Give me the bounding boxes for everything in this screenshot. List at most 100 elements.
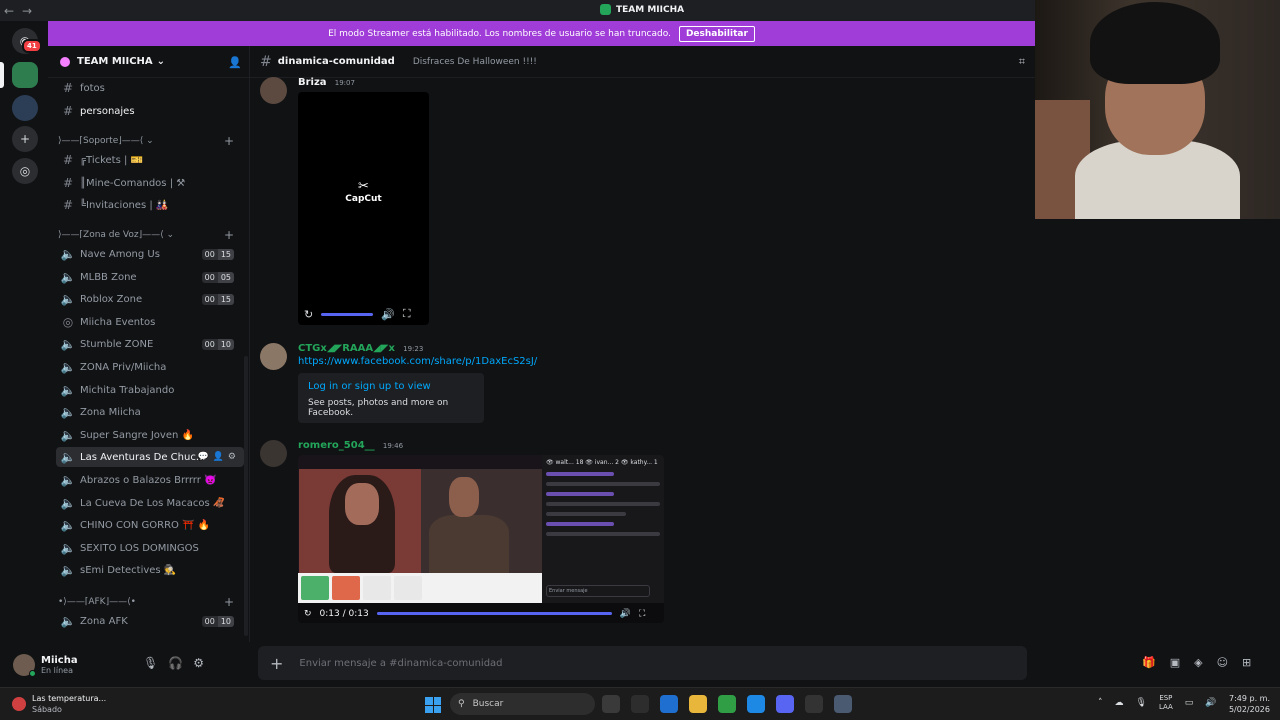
- volume-icon[interactable]: 🔊: [1205, 698, 1216, 708]
- discord-icon[interactable]: [776, 695, 794, 713]
- invite-icon[interactable]: 👤: [213, 452, 224, 462]
- sticker-icon[interactable]: ◈: [1194, 656, 1202, 669]
- voice-channel[interactable]: 🔈 La Cueva De Los Macacos 🦧: [56, 493, 244, 513]
- add-channel-icon[interactable]: +: [224, 134, 234, 148]
- settings-icon[interactable]: [834, 695, 852, 713]
- attach-plus-icon[interactable]: +: [270, 654, 283, 673]
- video-attachment[interactable]: ✂ CapCut ↻ 🔊 ⛶: [298, 92, 429, 325]
- voice-channel[interactable]: 🔈 ZONA Priv/Miicha: [56, 357, 244, 377]
- task-view-icon[interactable]: [602, 695, 620, 713]
- voice-channel[interactable]: 🔈 SEXITO LOS DOMINGOS: [56, 538, 244, 558]
- selected-server-indicator: [0, 62, 4, 88]
- channel-mine-comandos[interactable]: # ║Mine-Comandos | ⚒: [56, 173, 244, 193]
- voice-channel[interactable]: 🔈 MLBB Zone 00 05: [56, 267, 244, 287]
- windows-start-icon[interactable]: [425, 697, 441, 713]
- fullscreen-icon[interactable]: ⛶: [403, 307, 411, 321]
- apps-icon[interactable]: ⊞: [1242, 656, 1251, 669]
- chat-area: # dinamica-comunidad Disfraces De Hallow…: [250, 46, 1035, 687]
- volume-icon[interactable]: 🔊: [620, 609, 631, 619]
- voice-channel[interactable]: 🔈 Stumble ZONE 00 10: [56, 334, 244, 354]
- voice-channel[interactable]: 🔈 Nave Among Us 00 15: [56, 244, 244, 264]
- voice-channel-zona-afk[interactable]: 🔈 Zona AFK 00 10: [56, 611, 244, 631]
- video-progress[interactable]: [376, 612, 612, 615]
- channel-personajes[interactable]: # personajes: [56, 101, 244, 121]
- voice-channel[interactable]: 🔈 Michita Trabajando: [56, 380, 244, 400]
- channel-topic[interactable]: Disfraces De Halloween !!!!: [413, 57, 537, 67]
- taskbar-search[interactable]: ⚲ Buscar: [450, 693, 595, 715]
- message-input[interactable]: Enviar mensaje a #dinamica-comunidad: [299, 658, 502, 669]
- gif-icon[interactable]: ▣: [1170, 656, 1180, 669]
- category-zona-de-voz[interactable]: ⟩——⌈Zona de Voz⌋——⟨ ⌄ +: [58, 227, 244, 243]
- voice-channel[interactable]: 🔈 Roblox Zone 00 15: [56, 289, 244, 309]
- voice-channel[interactable]: 🔈 Zona Miicha: [56, 402, 244, 422]
- message-composer[interactable]: + Enviar mensaje a #dinamica-comunidad: [258, 646, 1027, 680]
- add-server-icon[interactable]: +: [12, 126, 38, 152]
- add-channel-icon[interactable]: +: [224, 595, 234, 609]
- gift-icon[interactable]: 🎁: [1142, 656, 1156, 669]
- category-soporte[interactable]: ⟩——⌈Soporte⌋——⟨ ⌄ +: [58, 133, 244, 149]
- voice-channel[interactable]: 🔈 CHINO CON GORRO ⛩️ 🔥: [56, 515, 244, 535]
- channel-fotos[interactable]: # fotos: [56, 78, 244, 98]
- voice-channel[interactable]: ◎ Miicha Eventos: [56, 312, 244, 332]
- message-author[interactable]: romero_504__: [298, 440, 375, 451]
- discover-icon[interactable]: ◎: [12, 158, 38, 184]
- chevron-up-icon[interactable]: ˄: [1098, 698, 1103, 708]
- settings-gear-icon[interactable]: ⚙: [193, 656, 204, 670]
- speaker-icon: 🔈: [60, 518, 76, 532]
- guild-header[interactable]: TEAM MIICHA ⌄ 👤: [48, 46, 249, 78]
- weather-widget[interactable]: Las temperatura... Sábado: [12, 693, 106, 715]
- voice-channel[interactable]: 🔈 Abrazos o Balazos Brrrrr 👿: [56, 470, 244, 490]
- store-icon[interactable]: [747, 695, 765, 713]
- search-placeholder: Buscar: [472, 699, 504, 709]
- embed-title[interactable]: Log in or sign up to view: [308, 381, 474, 392]
- epic-games-icon[interactable]: [805, 695, 823, 713]
- server-2[interactable]: [12, 95, 38, 121]
- channel-actions[interactable]: 💬 👤 ⚙: [197, 452, 236, 462]
- volume-icon[interactable]: 🔊: [381, 308, 395, 321]
- threads-icon[interactable]: ⌗: [1019, 55, 1025, 69]
- app-icon[interactable]: [631, 695, 649, 713]
- channel-tickets[interactable]: # ╔Tickets | 🎫: [56, 150, 244, 170]
- chrome-icon[interactable]: [718, 695, 736, 713]
- settings-gear-icon[interactable]: ⚙: [228, 452, 236, 462]
- voice-channel[interactable]: 🔈 sEmi Detectives 🕵️: [56, 560, 244, 580]
- forward-arrow-icon[interactable]: →: [18, 4, 36, 18]
- disable-streamer-button[interactable]: Deshabilitar: [678, 25, 755, 42]
- avatar[interactable]: [260, 440, 287, 467]
- headphones-icon[interactable]: 🎧: [168, 656, 183, 670]
- channel-invitaciones[interactable]: # ╚Invitaciones | 🎎: [56, 195, 244, 215]
- microphone-icon[interactable]: 🎙: [1136, 698, 1147, 708]
- stream-chat-overlay: 👁 walt... 18 👁 ivan... 2 👁 kathy... 1 En…: [542, 455, 664, 603]
- file-explorer-icon[interactable]: [689, 695, 707, 713]
- facebook-link[interactable]: https://www.facebook.com/share/p/1DaxEcS…: [298, 356, 537, 367]
- add-channel-icon[interactable]: +: [224, 228, 234, 242]
- cloud-icon[interactable]: ☁: [1115, 698, 1124, 708]
- channel-name: dinamica-comunidad: [277, 56, 395, 67]
- video-attachment[interactable]: 👁 walt... 18 👁 ivan... 2 👁 kathy... 1 En…: [298, 455, 664, 623]
- network-icon[interactable]: ▭: [1185, 698, 1194, 708]
- language-indicator[interactable]: ESP LAA: [1159, 694, 1173, 712]
- avatar[interactable]: [13, 653, 36, 677]
- message-author[interactable]: CTGx◢◤RAAA◢◤x: [298, 343, 395, 354]
- voice-channel[interactable]: 🔈 Super Sangre Joven 🔥: [56, 425, 244, 445]
- back-arrow-icon[interactable]: ←: [0, 4, 18, 18]
- chat-icon[interactable]: 💬: [197, 452, 208, 462]
- right-pane: 🎁 ▣ ◈ ☺ ⊞: [1035, 219, 1280, 687]
- voice-channel[interactable]: 🔈 Las Aventuras De Chuc... 💬 👤 ⚙: [56, 447, 244, 467]
- microphone-icon[interactable]: 🎙: [143, 656, 158, 670]
- edge-icon[interactable]: [660, 695, 678, 713]
- avatar[interactable]: [260, 343, 287, 370]
- avatar[interactable]: [260, 77, 287, 104]
- chevron-down-icon: ⌄: [156, 56, 166, 67]
- sidebar-scrollbar[interactable]: [244, 356, 248, 636]
- invite-icon[interactable]: 👤: [228, 56, 242, 69]
- emoji-icon[interactable]: ☺: [1217, 656, 1228, 669]
- fullscreen-icon[interactable]: ⛶: [639, 609, 645, 619]
- server-team-miicha[interactable]: [12, 62, 38, 88]
- message-author[interactable]: Briza: [298, 77, 327, 88]
- replay-icon[interactable]: ↻: [304, 609, 312, 619]
- video-progress[interactable]: [321, 312, 374, 316]
- clock[interactable]: 7:49 p. m. 5/02/2026: [1226, 693, 1270, 715]
- category-afk[interactable]: •⟩——⌈AFK⌋——⟨• +: [58, 594, 244, 610]
- replay-icon[interactable]: ↻: [304, 308, 313, 321]
